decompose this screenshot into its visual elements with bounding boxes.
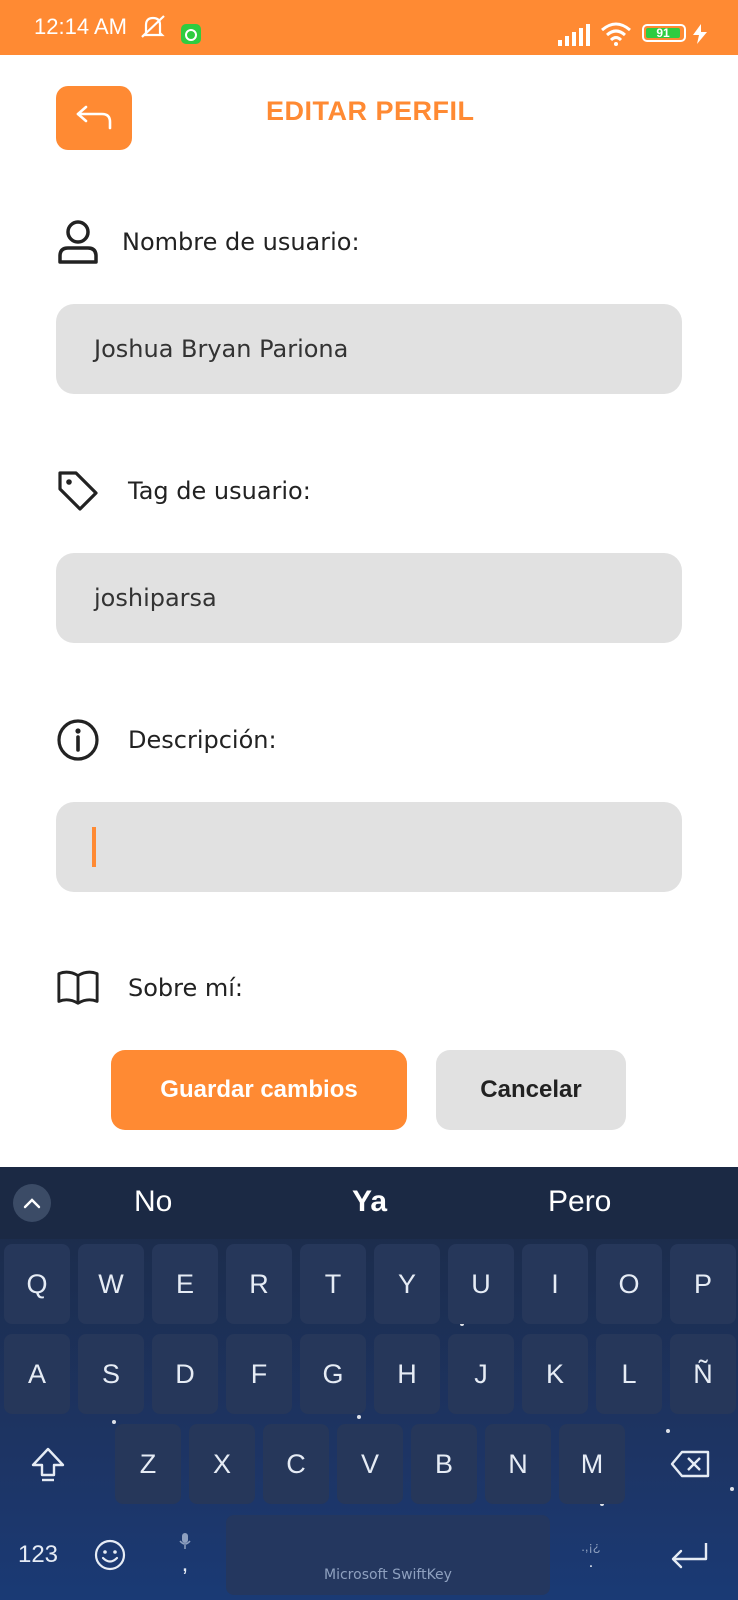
key-o[interactable]: O xyxy=(596,1244,662,1324)
key-u[interactable]: U xyxy=(448,1244,514,1324)
key-enye[interactable]: Ñ xyxy=(670,1334,736,1414)
expand-toolbar-button[interactable] xyxy=(13,1184,51,1222)
enter-key[interactable] xyxy=(650,1515,730,1595)
enter-icon xyxy=(671,1543,708,1569)
page-title: EDITAR PERFIL xyxy=(266,96,475,126)
emoji-key[interactable] xyxy=(86,1515,134,1595)
key-e[interactable]: E xyxy=(152,1244,218,1324)
username-value: Joshua Bryan Pariona xyxy=(94,335,349,363)
tag-input[interactable]: joshiparsa xyxy=(56,553,682,643)
punctuation-hint: .,¡¿ xyxy=(581,1538,601,1554)
back-button[interactable] xyxy=(56,86,132,150)
microphone-icon xyxy=(179,1533,191,1549)
mute-icon xyxy=(138,14,168,40)
period-label: . xyxy=(588,1553,594,1571)
key-z[interactable]: Z xyxy=(115,1424,181,1504)
numbers-key[interactable]: 123 xyxy=(8,1515,68,1595)
suggestion-2[interactable]: Ya xyxy=(352,1185,387,1219)
comma-label: , xyxy=(181,1550,189,1577)
comma-key[interactable]: , xyxy=(160,1515,210,1595)
battery-level: 91 xyxy=(646,27,680,39)
key-x[interactable]: X xyxy=(189,1424,255,1504)
description-label-row: Descripción: xyxy=(56,718,277,762)
username-label-row: Nombre de usuario: xyxy=(56,220,360,264)
tag-label-row: Tag de usuario: xyxy=(56,469,311,513)
signal-icon xyxy=(558,24,590,50)
key-t[interactable]: T xyxy=(300,1244,366,1324)
key-r[interactable]: R xyxy=(226,1244,292,1324)
info-icon xyxy=(56,718,100,762)
description-label: Descripción: xyxy=(128,726,277,754)
tag-label: Tag de usuario: xyxy=(128,477,311,505)
key-k[interactable]: K xyxy=(522,1334,588,1414)
key-c[interactable]: C xyxy=(263,1424,329,1504)
book-icon xyxy=(56,966,100,1010)
description-input[interactable] xyxy=(56,802,682,892)
key-a[interactable]: A xyxy=(4,1334,70,1414)
suggestion-bar: No Ya Pero xyxy=(0,1167,738,1239)
suggestion-1[interactable]: No xyxy=(134,1185,172,1219)
status-time: 12:14 AM xyxy=(34,14,127,39)
charging-icon xyxy=(693,24,707,50)
save-button[interactable]: Guardar cambios xyxy=(111,1050,407,1130)
user-icon xyxy=(56,220,100,264)
tag-value: joshiparsa xyxy=(94,584,217,612)
space-bar[interactable]: Microsoft SwiftKey xyxy=(226,1515,550,1595)
back-arrow-icon xyxy=(76,105,112,130)
key-y[interactable]: Y xyxy=(374,1244,440,1324)
key-b[interactable]: B xyxy=(411,1424,477,1504)
shift-key[interactable] xyxy=(10,1424,86,1504)
key-p[interactable]: P xyxy=(670,1244,736,1324)
chevron-up-icon xyxy=(23,1198,41,1209)
key-w[interactable]: W xyxy=(78,1244,144,1324)
key-v[interactable]: V xyxy=(337,1424,403,1504)
key-d[interactable]: D xyxy=(152,1334,218,1414)
tag-icon xyxy=(56,469,100,513)
period-key[interactable]: .,¡¿ . xyxy=(566,1515,616,1595)
key-n[interactable]: N xyxy=(485,1424,551,1504)
key-j[interactable]: J xyxy=(448,1334,514,1414)
key-q[interactable]: Q xyxy=(4,1244,70,1324)
text-caret xyxy=(92,827,96,867)
backspace-icon xyxy=(670,1450,710,1478)
shift-icon xyxy=(31,1447,65,1482)
space-bar-label: Microsoft SwiftKey xyxy=(324,1567,452,1583)
key-m[interactable]: M xyxy=(559,1424,625,1504)
status-bar: 12:14 AM 91 xyxy=(0,0,738,55)
keyboard: No Ya Pero Q W E R T Y U I O P A S D F G… xyxy=(0,1167,738,1600)
key-i[interactable]: I xyxy=(522,1244,588,1324)
wifi-icon xyxy=(600,22,632,48)
key-f[interactable]: F xyxy=(226,1334,292,1414)
key-s[interactable]: S xyxy=(78,1334,144,1414)
about-label: Sobre mí: xyxy=(128,974,244,1002)
cancel-button[interactable]: Cancelar xyxy=(436,1050,626,1130)
about-label-row: Sobre mí: xyxy=(56,966,243,1010)
app-notification-icon xyxy=(180,23,202,49)
backspace-key[interactable] xyxy=(650,1424,730,1504)
suggestion-3[interactable]: Pero xyxy=(548,1185,611,1219)
key-h[interactable]: H xyxy=(374,1334,440,1414)
key-l[interactable]: L xyxy=(596,1334,662,1414)
battery-icon: 91 xyxy=(642,24,686,42)
emoji-icon xyxy=(94,1539,126,1571)
key-g[interactable]: G xyxy=(300,1334,366,1414)
username-input[interactable]: Joshua Bryan Pariona xyxy=(56,304,682,394)
username-label: Nombre de usuario: xyxy=(122,228,360,256)
